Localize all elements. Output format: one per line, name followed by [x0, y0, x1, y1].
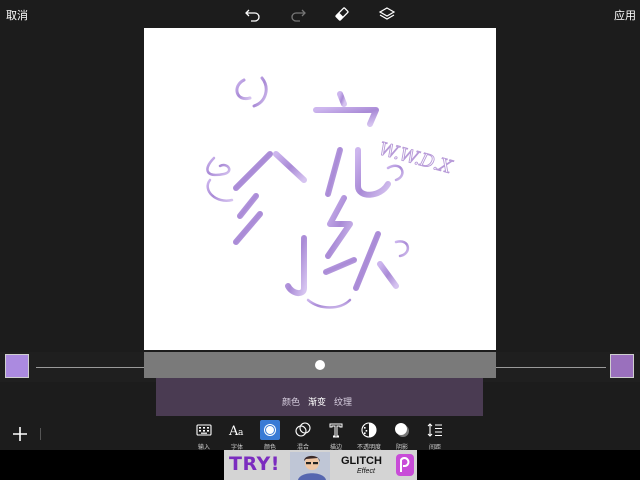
stroke-icon — [326, 420, 346, 440]
gradient-slider[interactable] — [144, 352, 496, 378]
cancel-button[interactable]: 取消 — [6, 7, 28, 23]
add-icon[interactable] — [10, 424, 30, 444]
apply-button[interactable]: 应用 — [614, 7, 636, 23]
gradient-start-swatch[interactable] — [5, 354, 29, 378]
ad-glitch-text: GLITCH — [341, 455, 382, 467]
tab-gradient[interactable]: 渐变 — [308, 395, 326, 408]
tool-font[interactable]: Aa 字体 — [222, 418, 252, 451]
gradient-track-right — [496, 367, 606, 368]
ad-model-photo — [290, 452, 330, 480]
watermark-text: W.W.D.X — [377, 139, 456, 179]
tool-spacing[interactable]: 间距 — [420, 418, 450, 451]
ad-effect-text: Effect — [357, 468, 375, 475]
color-mode-tabs: 颜色 渐变 纹理 — [156, 378, 483, 416]
top-bar: 取消 应用 — [0, 0, 640, 28]
calligraphy-artwork: W.W.D.X — [206, 76, 456, 309]
tool-stroke[interactable]: 描边 — [321, 418, 351, 451]
tab-color[interactable]: 颜色 — [282, 395, 300, 408]
gradient-slider-knob[interactable] — [315, 360, 325, 370]
layers-icon[interactable] — [377, 4, 397, 24]
shadow-icon — [392, 420, 412, 440]
picsart-logo — [396, 454, 414, 476]
gradient-end-swatch[interactable] — [610, 354, 634, 378]
tool-shadow[interactable]: 阴影 — [387, 418, 417, 451]
undo-icon[interactable] — [243, 4, 263, 24]
tool-input[interactable]: 输入 — [189, 418, 219, 451]
redo-icon[interactable] — [288, 4, 308, 24]
toolbar-divider — [40, 428, 41, 440]
spacing-icon — [425, 420, 445, 440]
ad-try-text: TRY! — [229, 453, 280, 475]
gradient-track-left — [36, 367, 144, 368]
eraser-icon[interactable] — [332, 4, 352, 24]
tool-color[interactable]: 颜色 — [255, 418, 285, 451]
color-icon — [260, 420, 280, 440]
ad-banner[interactable]: TRY! GLITCH Effect — [224, 450, 417, 480]
tool-blend[interactable]: 混合 — [288, 418, 318, 451]
blend-icon — [293, 420, 313, 440]
tab-texture[interactable]: 纹理 — [334, 395, 352, 408]
svg-text:a: a — [238, 428, 244, 438]
canvas[interactable]: W.W.D.X — [144, 28, 496, 350]
opacity-icon — [359, 420, 379, 440]
bottom-toolbar: 输入 Aa 字体 颜色 混合 描边 不透明度 阴影 间距 — [0, 416, 640, 451]
font-icon: Aa — [227, 420, 247, 440]
keyboard-icon — [194, 420, 214, 440]
tool-opacity[interactable]: 不透明度 — [354, 418, 384, 451]
